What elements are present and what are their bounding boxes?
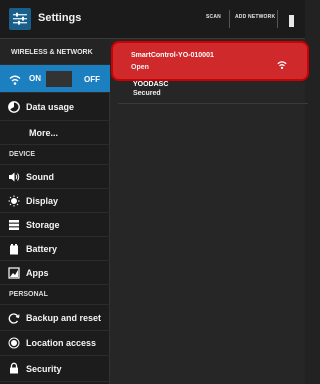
wifi-network-list: SmartControl-YO-010001 Open YOODASC Secu… xyxy=(110,39,309,384)
device-section-label: DEVICE xyxy=(9,151,36,158)
settings-nav: WIRELESS & NETWORK ON OFF Data usage Mor… xyxy=(0,39,110,384)
sidebar-item-label: Storage xyxy=(26,220,60,230)
sidebar-item-display[interactable]: Display xyxy=(0,189,110,213)
scan-button[interactable]: SCAN xyxy=(206,14,221,20)
data-usage-icon xyxy=(8,101,20,113)
sidebar-item-label: Location access xyxy=(26,338,97,348)
sidebar-item-label: Apps xyxy=(26,268,49,278)
sidebar-item-label: More... xyxy=(29,128,59,138)
page-title: Settings xyxy=(38,12,82,24)
device-section-header: DEVICE xyxy=(0,145,110,165)
wireless-section-label: WIRELESS & NETWORK xyxy=(11,49,93,56)
brightness-icon xyxy=(8,195,20,207)
sidebar-item-label: Backup and reset xyxy=(26,313,102,323)
network-name: YOODASC xyxy=(133,81,169,88)
backup-icon xyxy=(8,312,20,324)
sidebar-item-data-usage[interactable]: Data usage xyxy=(0,93,110,121)
sidebar-item-label: Security xyxy=(26,364,62,374)
sidebar-item-label: Battery xyxy=(26,244,58,254)
sidebar-item-security[interactable]: Security xyxy=(0,356,110,382)
sidebar-item-apps[interactable]: Apps xyxy=(0,261,110,285)
sidebar-item-label: Sound xyxy=(26,172,54,182)
wifi-toggle[interactable]: OFF xyxy=(46,71,106,87)
network-status: Open xyxy=(131,64,149,71)
personal-section-label: PERSONAL xyxy=(9,291,48,298)
sound-icon xyxy=(8,171,20,183)
action-divider xyxy=(277,10,278,28)
sidebar-item-more[interactable]: More... xyxy=(0,121,110,145)
sidebar-item-backup-reset[interactable]: Backup and reset xyxy=(0,305,110,331)
wifi-off-label: OFF xyxy=(84,75,100,84)
lock-icon xyxy=(8,362,20,374)
apps-icon xyxy=(8,267,20,279)
sidebar-item-battery[interactable]: Battery xyxy=(0,237,110,261)
wireless-section-header: WIRELESS & NETWORK xyxy=(0,39,110,65)
network-item[interactable]: YOODASC Secured xyxy=(110,81,305,101)
sidebar-item-location[interactable]: Location access xyxy=(0,331,110,356)
wifi-signal-icon xyxy=(277,57,287,75)
wifi-icon xyxy=(9,73,21,91)
action-divider xyxy=(229,10,230,28)
action-bar: Settings SCAN ADD NETWORK xyxy=(0,0,305,39)
sidebar-item-label: Display xyxy=(26,196,59,206)
list-divider xyxy=(118,103,308,104)
storage-icon xyxy=(8,219,20,231)
sidebar-item-storage[interactable]: Storage xyxy=(0,213,110,237)
network-item-selected[interactable]: SmartControl-YO-010001 Open xyxy=(111,41,309,81)
sidebar-item-sound[interactable]: Sound xyxy=(0,165,110,189)
add-network-button[interactable]: ADD NETWORK xyxy=(235,14,275,20)
personal-section-header: PERSONAL xyxy=(0,285,110,305)
settings-app: Settings SCAN ADD NETWORK WIRELESS & NET… xyxy=(0,0,309,384)
sidebar-item-label: Data usage xyxy=(26,102,75,112)
wifi-on-label: ON xyxy=(29,74,41,83)
battery-icon xyxy=(8,243,20,255)
network-status: Secured xyxy=(133,90,161,97)
sidebar-item-wifi[interactable]: ON OFF xyxy=(0,65,110,93)
location-icon xyxy=(8,337,20,349)
network-name: SmartControl-YO-010001 xyxy=(131,52,214,59)
settings-app-icon xyxy=(9,8,31,30)
overflow-menu-icon[interactable] xyxy=(289,15,294,27)
